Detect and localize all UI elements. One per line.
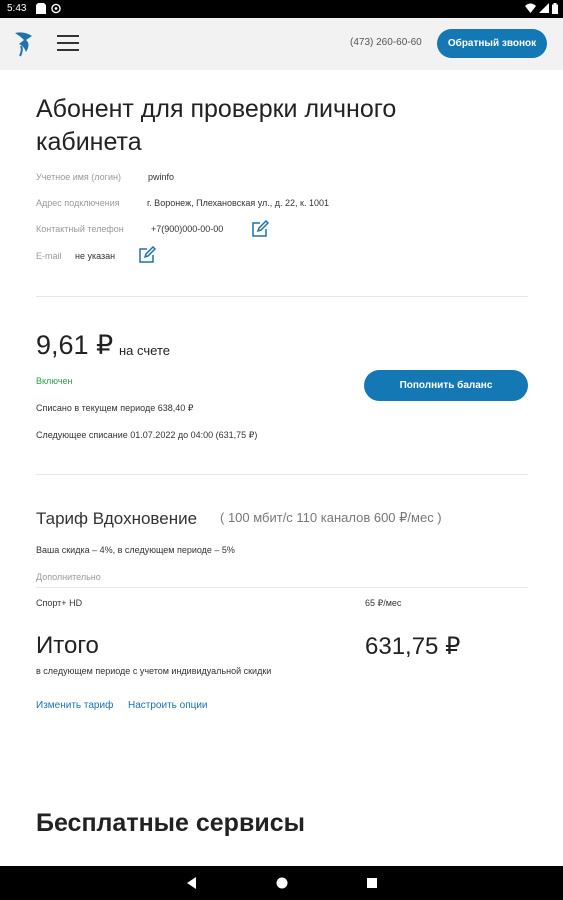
login-label: Учетное имя (логин): [36, 172, 121, 182]
navigation-bar: [0, 866, 563, 900]
account-status: Включен: [36, 376, 73, 386]
configure-options-link[interactable]: Настроить опции: [128, 700, 208, 711]
email-label: E-mail: [36, 251, 62, 261]
callback-button[interactable]: Обратный звонок: [437, 29, 547, 58]
balance-suffix: на счете: [119, 343, 170, 358]
total-label: Итого: [36, 632, 99, 659]
notification-icon: [51, 3, 61, 14]
divider: [36, 474, 528, 475]
sd-card-icon: [36, 3, 46, 14]
option-price: 65 ₽/мес: [365, 598, 402, 608]
signal-icon: [539, 3, 549, 13]
battery-icon: [552, 3, 558, 14]
home-icon[interactable]: [273, 874, 291, 892]
contact-phone-value: +7(900)000-00-00: [151, 224, 224, 234]
change-tariff-link[interactable]: Изменить тариф: [36, 700, 113, 711]
charged-period: Списано в текущем периоде 638,40 ₽: [36, 403, 194, 413]
email-value: не указан: [75, 251, 116, 261]
wifi-icon: [525, 3, 536, 13]
logo-icon[interactable]: [12, 28, 38, 58]
header-phone[interactable]: (473) 260-60-60: [350, 37, 422, 48]
app-header: (473) 260-60-60 Обратный звонок: [0, 18, 563, 70]
topup-button[interactable]: Пополнить баланс: [364, 370, 528, 401]
balance-amount: 9,61 ₽: [36, 330, 114, 360]
menu-icon[interactable]: [57, 33, 81, 53]
additional-label: Дополнительно: [36, 572, 101, 582]
total-note: в следующем периоде с учетом индивидуаль…: [36, 666, 272, 676]
divider: [36, 587, 528, 588]
divider: [36, 296, 528, 297]
recents-icon[interactable]: [363, 874, 381, 892]
next-charge: Следующее списание 01.07.2022 до 04:00 (…: [36, 430, 258, 440]
back-icon[interactable]: [183, 874, 201, 892]
contact-phone-label: Контактный телефон: [36, 224, 124, 234]
status-time: 5:43: [7, 3, 27, 14]
edit-email-icon[interactable]: [138, 246, 156, 264]
tariff-params: ( 100 мбит/с 110 каналов 600 ₽/мес ): [220, 510, 442, 525]
login-value: pwinfo: [148, 172, 175, 182]
option-name: Спорт+ HD: [36, 598, 83, 608]
status-bar: 5:43: [0, 0, 563, 18]
discount-info: Ваша скидка – 4%, в следующем периоде – …: [36, 545, 235, 555]
services-title: Бесплатные сервисы: [36, 809, 305, 837]
page-title: Абонент для проверки личного кабинета: [36, 95, 397, 156]
address-label: Адрес подключения: [36, 198, 120, 208]
tariff-name: Тариф Вдохновение: [36, 509, 198, 528]
total-value: 631,75 ₽: [365, 633, 461, 660]
address-value: г. Воронеж, Плехановская ул., д. 22, к. …: [147, 198, 329, 208]
edit-phone-icon[interactable]: [251, 220, 269, 238]
